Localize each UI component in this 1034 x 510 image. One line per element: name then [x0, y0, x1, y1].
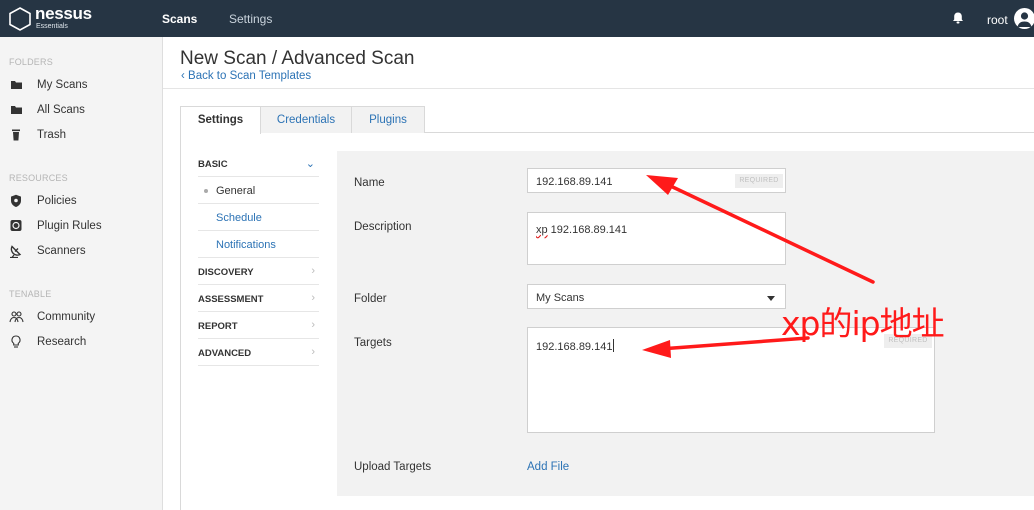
menu-discovery-label: DISCOVERY [198, 267, 254, 278]
lightbulb-icon [11, 335, 21, 348]
menu-schedule[interactable]: Schedule [198, 204, 319, 231]
chevron-right-icon: › [311, 265, 315, 277]
add-file-link[interactable]: Add File [527, 461, 569, 473]
community-icon [9, 311, 24, 323]
sidebar-item-scanners[interactable]: Scanners [9, 243, 159, 261]
sidebar-heading-folders: FOLDERS [9, 57, 53, 67]
bullet-icon [204, 189, 208, 193]
user-icon [1017, 12, 1032, 27]
sidebar-item-label: Scanners [37, 245, 86, 257]
nessus-logo[interactable]: nessus Essentials [8, 4, 100, 33]
targets-value: 192.168.89.141 [536, 339, 615, 353]
menu-notifications[interactable]: Notifications [198, 231, 319, 258]
chevron-right-icon: › [311, 319, 315, 331]
folder-icon [11, 81, 22, 89]
menu-general-label: General [216, 185, 256, 197]
tab-plugins[interactable]: Plugins [351, 106, 425, 133]
folder-icon [11, 106, 22, 114]
folder-select[interactable]: My Scans [527, 284, 786, 309]
description-value: xp 192.168.89.141 [536, 224, 627, 236]
annotation-label: xp的ip地址 [781, 304, 945, 343]
description-rest: 192.168.89.141 [547, 224, 628, 236]
menu-report[interactable]: REPORT › [198, 312, 319, 339]
sidebar-item-label: My Scans [37, 79, 88, 91]
sidebar-item-my-scans[interactable]: My Scans [9, 77, 159, 95]
menu-report-label: REPORT [198, 321, 238, 332]
chevron-down-icon: ⌄ [305, 158, 315, 170]
nav-settings[interactable]: Settings [229, 12, 272, 26]
trash-icon [12, 129, 20, 141]
targets-label: Targets [354, 337, 392, 349]
spellcheck-word: xp [536, 224, 548, 236]
top-navigation-bar: nessus Essentials Scans Settings root [0, 0, 1034, 37]
folder-value: My Scans [536, 292, 585, 304]
folder-label: Folder [354, 293, 387, 305]
tab-credentials[interactable]: Credentials [260, 106, 352, 133]
menu-basic[interactable]: BASIC ⌄ [198, 150, 319, 177]
text-caret [613, 339, 615, 352]
chevron-right-icon: › [311, 292, 315, 304]
plugin-rules-icon [10, 220, 22, 231]
avatar[interactable] [1014, 8, 1034, 29]
nav-scans[interactable]: Scans [162, 12, 197, 26]
sidebar-item-policies[interactable]: Policies [9, 193, 159, 211]
targets-text: 192.168.89.141 [536, 341, 613, 353]
content-border [180, 133, 181, 510]
sidebar-item-community[interactable]: Community [9, 309, 159, 327]
user-name[interactable]: root [987, 13, 1008, 27]
back-to-templates-link[interactable]: ‹ Back to Scan Templates [181, 70, 311, 82]
name-input[interactable]: 192.168.89.141 REQUIRED [527, 168, 786, 193]
brand-name: nessus [35, 4, 92, 23]
sidebar: FOLDERS My Scans All Scans Trash RESOURC… [0, 37, 163, 510]
sidebar-heading-tenable: TENABLE [9, 289, 52, 299]
name-value: 192.168.89.141 [536, 176, 613, 188]
sidebar-item-research[interactable]: Research [9, 334, 159, 352]
chevron-right-icon: › [311, 346, 315, 358]
hexagon-logo-icon [9, 7, 31, 31]
sidebar-item-label: Research [37, 336, 87, 348]
menu-advanced-label: ADVANCED [198, 348, 252, 359]
menu-schedule-label: Schedule [216, 212, 262, 224]
satellite-dish-icon [10, 245, 22, 258]
sidebar-item-label: Trash [37, 129, 66, 141]
sidebar-item-trash[interactable]: Trash [9, 127, 159, 145]
menu-basic-label: BASIC [198, 159, 228, 170]
sidebar-item-all-scans[interactable]: All Scans [9, 102, 159, 120]
menu-discovery[interactable]: DISCOVERY › [198, 258, 319, 285]
required-badge: REQUIRED [735, 174, 783, 188]
dropdown-arrow-icon [767, 296, 775, 301]
header-divider [163, 88, 1034, 89]
upload-targets-label: Upload Targets [354, 461, 432, 473]
sidebar-item-label: Community [37, 311, 96, 323]
description-label: Description [354, 221, 412, 233]
sidebar-item-label: All Scans [37, 104, 85, 116]
name-label: Name [354, 177, 385, 189]
sidebar-item-label: Plugin Rules [37, 220, 102, 232]
brand-edition: Essentials [36, 23, 68, 30]
menu-advanced[interactable]: ADVANCED › [198, 339, 319, 366]
menu-general[interactable]: General [198, 177, 319, 204]
page-title: New Scan / Advanced Scan [180, 48, 415, 69]
shield-icon [11, 194, 21, 207]
sidebar-item-label: Policies [37, 195, 77, 207]
menu-notifications-label: Notifications [216, 239, 276, 251]
tab-settings[interactable]: Settings [180, 106, 261, 134]
bell-icon[interactable] [951, 11, 965, 25]
menu-assessment[interactable]: ASSESSMENT › [198, 285, 319, 312]
description-textarea[interactable]: xp 192.168.89.141 [527, 212, 786, 265]
sidebar-item-plugin-rules[interactable]: Plugin Rules [9, 218, 159, 236]
menu-assessment-label: ASSESSMENT [198, 294, 264, 305]
sidebar-heading-resources: RESOURCES [9, 173, 68, 183]
